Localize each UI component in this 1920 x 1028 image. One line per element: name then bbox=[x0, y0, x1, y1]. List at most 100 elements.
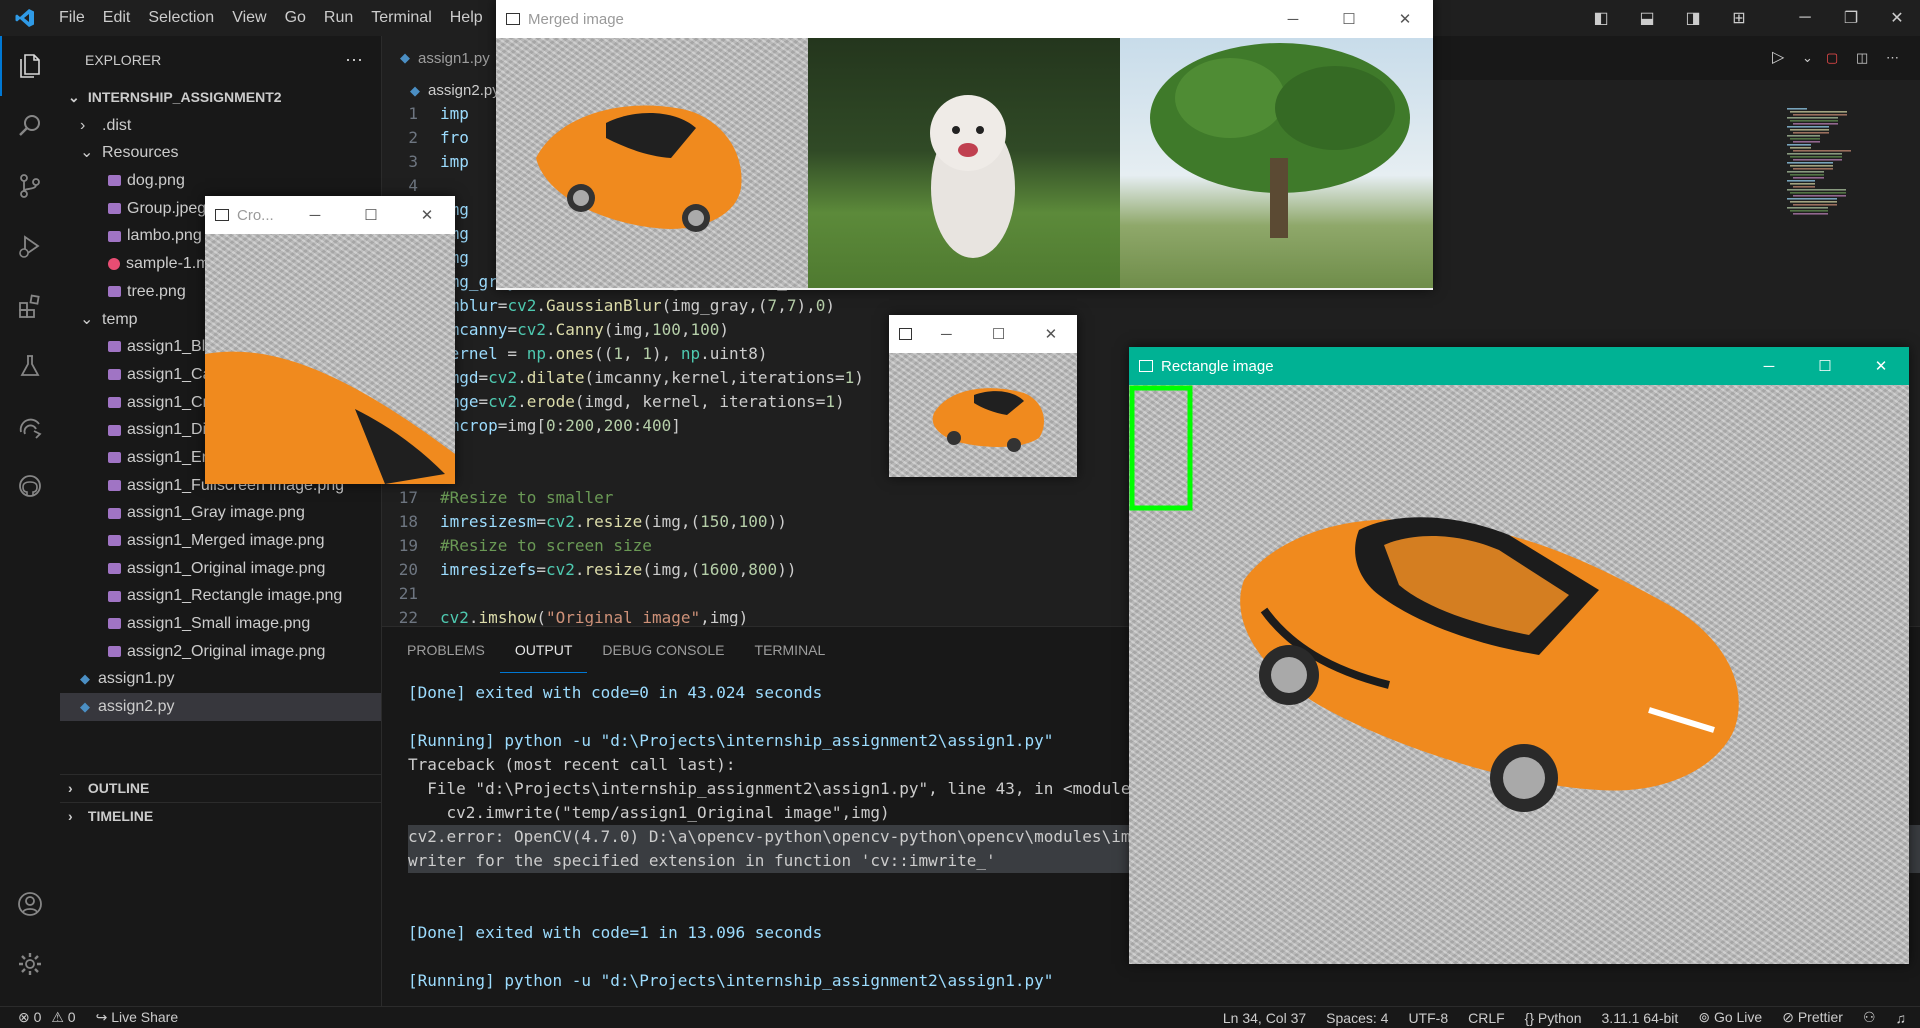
problems-status[interactable]: ⊗ 0 ⚠ 0 bbox=[0, 1009, 86, 1026]
menu-view[interactable]: View bbox=[223, 0, 275, 36]
close-button[interactable]: ✕ bbox=[1377, 10, 1433, 28]
interpreter[interactable]: 3.11.1 64-bit bbox=[1592, 1010, 1689, 1026]
timeline-section[interactable]: › TIMELINE bbox=[60, 802, 381, 830]
file-item[interactable]: assign2_Original image.png bbox=[60, 638, 381, 666]
merged-image-window[interactable]: Merged image ─ ☐ ✕ bbox=[496, 0, 1433, 290]
minimize-button[interactable]: ─ bbox=[1265, 11, 1321, 28]
github-icon[interactable] bbox=[0, 456, 60, 516]
rectangle-image-window[interactable]: Rectangle image ─ ☐ ✕ bbox=[1129, 347, 1909, 964]
remote-explorer-icon[interactable] bbox=[0, 396, 60, 456]
layout-panel-icon[interactable]: ⬓ bbox=[1624, 0, 1670, 36]
minimap[interactable] bbox=[1787, 108, 1867, 218]
cropped-image-window[interactable]: Cro... ─ ☐ ✕ bbox=[205, 196, 455, 484]
menu-selection[interactable]: Selection bbox=[139, 0, 223, 36]
file-item[interactable]: assign1_Small image.png bbox=[60, 610, 381, 638]
outline-section[interactable]: › OUTLINE bbox=[60, 774, 381, 802]
close-button[interactable]: ✕ bbox=[1853, 357, 1909, 375]
file-item[interactable]: assign1_Merged image.png bbox=[60, 527, 381, 555]
close-button[interactable]: ✕ bbox=[1025, 325, 1077, 343]
folder-item[interactable]: ⌄ Resources bbox=[60, 139, 381, 167]
output-line: [Running] python -u "d:\Projects\interns… bbox=[408, 971, 1054, 990]
editor-more-icon[interactable]: ⋯ bbox=[1886, 36, 1920, 80]
menu-edit[interactable]: Edit bbox=[94, 0, 140, 36]
search-icon[interactable] bbox=[0, 96, 60, 156]
workspace-root[interactable]: ⌄ INTERNSHIP_ASSIGNMENT2 bbox=[60, 84, 381, 112]
image-file-icon bbox=[108, 590, 121, 602]
run-debug-icon[interactable] bbox=[0, 216, 60, 276]
manage-gear-icon[interactable] bbox=[0, 934, 60, 994]
folder-item[interactable]: › .dist bbox=[60, 112, 381, 140]
menu-go[interactable]: Go bbox=[276, 0, 315, 36]
explorer-sidebar: EXPLORER ⋯ ⌄ INTERNSHIP_ASSIGNMENT2 › .di… bbox=[60, 36, 382, 1006]
minimap-line bbox=[1787, 180, 1815, 182]
image-file-icon bbox=[108, 646, 121, 658]
menu-run[interactable]: Run bbox=[315, 0, 362, 36]
feedback-icon[interactable]: ⚇ bbox=[1853, 1009, 1886, 1026]
layout-secondary-icon[interactable]: ◨ bbox=[1670, 0, 1716, 36]
restore-button[interactable]: ❐ bbox=[1828, 0, 1874, 36]
encoding[interactable]: UTF-8 bbox=[1398, 1010, 1458, 1026]
maximize-button[interactable]: ☐ bbox=[972, 325, 1024, 343]
minimap-line bbox=[1790, 147, 1811, 149]
file-item[interactable]: ◆ assign1.py bbox=[60, 665, 381, 693]
code-text: imcanny=cv2.Canny(img,100,100) bbox=[440, 320, 730, 339]
file-item[interactable]: assign1_Rectangle image.png bbox=[60, 582, 381, 610]
panel-tab-problems[interactable]: PROBLEMS bbox=[392, 627, 500, 673]
file-label: assign1.py bbox=[98, 670, 175, 688]
prettier-status[interactable]: ⊘ Prettier bbox=[1772, 1009, 1853, 1026]
explorer-icon[interactable] bbox=[0, 36, 60, 96]
minimize-button[interactable]: ─ bbox=[1741, 358, 1797, 375]
minimize-button[interactable]: ─ bbox=[1782, 0, 1828, 36]
close-button[interactable]: ✕ bbox=[399, 206, 455, 224]
source-control-icon[interactable] bbox=[0, 156, 60, 216]
customize-layout-icon[interactable]: ⊞ bbox=[1716, 0, 1762, 36]
extensions-icon[interactable] bbox=[0, 276, 60, 336]
file-label: assign2.py bbox=[98, 698, 175, 716]
small-image-window[interactable]: ─ ☐ ✕ bbox=[889, 315, 1077, 477]
line-number: 4 bbox=[408, 176, 418, 195]
accounts-icon[interactable] bbox=[0, 874, 60, 934]
stop-icon[interactable]: ▢ bbox=[1826, 36, 1856, 80]
minimap-line bbox=[1787, 144, 1811, 146]
minimap-line bbox=[1793, 159, 1842, 161]
minimize-button[interactable]: ─ bbox=[920, 326, 972, 343]
image-file-icon bbox=[108, 507, 121, 519]
more-actions-icon[interactable]: ⋯ bbox=[345, 50, 363, 71]
panel-tab-terminal[interactable]: TERMINAL bbox=[740, 627, 841, 673]
live-share-status[interactable]: ↪ Live Share bbox=[86, 1009, 189, 1026]
image-file-icon bbox=[108, 175, 121, 187]
code-text: imgd=cv2.dilate(imcanny,kernel,iteration… bbox=[440, 368, 864, 387]
minimap-line bbox=[1790, 192, 1846, 194]
file-item[interactable]: dog.png bbox=[60, 167, 381, 195]
testing-icon[interactable] bbox=[0, 336, 60, 396]
menu-terminal[interactable]: Terminal bbox=[362, 0, 440, 36]
file-item[interactable]: assign1_Original image.png bbox=[60, 555, 381, 583]
panel-tab-output[interactable]: OUTPUT bbox=[499, 627, 588, 673]
maximize-button[interactable]: ☐ bbox=[343, 206, 399, 224]
menu-file[interactable]: File bbox=[50, 0, 94, 36]
minimap-line bbox=[1787, 207, 1828, 209]
cursor-position[interactable]: Ln 34, Col 37 bbox=[1213, 1010, 1316, 1026]
menu-help[interactable]: Help bbox=[441, 0, 492, 36]
file-item[interactable]: ◆ assign2.py bbox=[60, 693, 381, 721]
end-of-line[interactable]: CRLF bbox=[1458, 1010, 1515, 1026]
layout-sidebar-icon[interactable]: ◧ bbox=[1578, 0, 1624, 36]
minimap-line bbox=[1793, 141, 1820, 143]
close-button[interactable]: ✕ bbox=[1874, 0, 1920, 36]
minimize-button[interactable]: ─ bbox=[287, 207, 343, 224]
code-line[interactable]: 10imcanny=cv2.Canny(img,100,100) bbox=[382, 318, 1920, 342]
run-python-icon[interactable]: ▷ bbox=[1772, 36, 1802, 80]
code-text: imblur=cv2.GaussianBlur(img_gray,(7,7),0… bbox=[440, 296, 836, 315]
panel-tab-debug-console[interactable]: DEBUG CONSOLE bbox=[587, 627, 739, 673]
maximize-button[interactable]: ☐ bbox=[1797, 357, 1853, 375]
code-line[interactable]: 9imblur=cv2.GaussianBlur(img_gray,(7,7),… bbox=[382, 294, 1920, 318]
go-live-status[interactable]: ⊚ Go Live bbox=[1688, 1009, 1772, 1026]
split-editor-icon[interactable]: ◫ bbox=[1856, 36, 1886, 80]
indentation[interactable]: Spaces: 4 bbox=[1316, 1010, 1398, 1026]
language-mode[interactable]: {} Python bbox=[1515, 1010, 1592, 1026]
run-dropdown-icon[interactable]: ⌄ bbox=[1802, 36, 1826, 80]
file-item[interactable]: assign1_Gray image.png bbox=[60, 499, 381, 527]
maximize-button[interactable]: ☐ bbox=[1321, 10, 1377, 28]
editor-tab[interactable]: ◆ assign1.py bbox=[382, 36, 508, 80]
notifications-icon[interactable]: ♫ bbox=[1886, 1010, 1920, 1026]
